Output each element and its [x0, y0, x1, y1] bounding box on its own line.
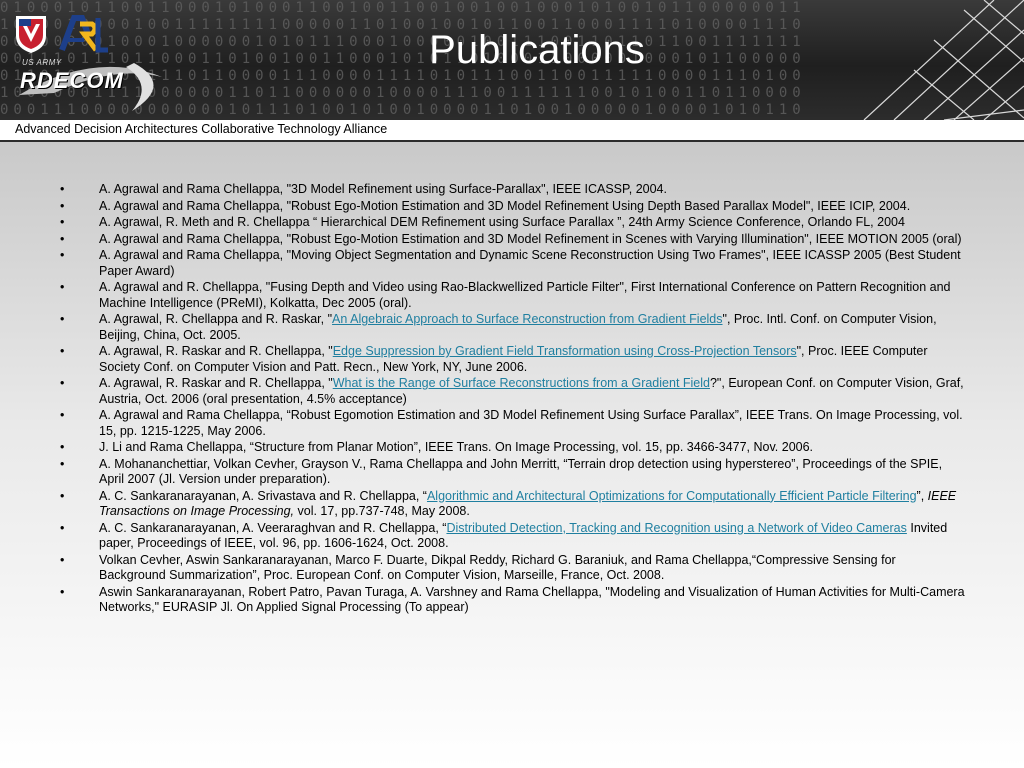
- publication-link[interactable]: An Algebraic Approach to Surface Reconst…: [332, 312, 722, 326]
- publication-item: • A. Mohananchettiar, Volkan Cevher, Gray…: [60, 457, 965, 488]
- publication-item: • A. Agrawal, R. Raskar and R. Chellappa,…: [60, 376, 965, 407]
- publication-item: • A. C. Sankaranarayanan, A. Veeraraghvan…: [60, 521, 965, 552]
- publication-text: A. Agrawal, R. Chellappa and R. Raskar, …: [99, 312, 333, 326]
- publication-text: A. Agrawal and R. Chellappa, "Fusing Dep…: [99, 280, 951, 310]
- bullet-marker: •: [60, 344, 65, 358]
- slide-content: • A. Agrawal and Rama Chellappa, "3D Mode…: [0, 142, 1024, 768]
- publication-item: • Aswin Sankaranarayanan, Robert Patro, P…: [60, 585, 965, 616]
- publication-text: A. Mohananchettiar, Volkan Cevher, Grays…: [99, 456, 943, 487]
- publication-link[interactable]: Edge Suppression by Gradient Field Trans…: [333, 344, 797, 358]
- header-banner: 0100010110011000101000110010011001001001…: [0, 0, 1024, 120]
- bullet-marker: •: [60, 488, 65, 503]
- publication-link[interactable]: Algorithmic and Architectural Optimizati…: [427, 489, 917, 503]
- publication-text: Aswin Sankaranarayanan, Robert Patro, Pa…: [99, 584, 965, 615]
- publication-text: ”,: [916, 488, 928, 503]
- publication-text: Volkan Cevher, Aswin Sankaranarayanan, M…: [99, 552, 896, 583]
- publication-text: vol. 17, pp.737-748, May 2008.: [294, 504, 470, 518]
- publication-link[interactable]: What is the Range of Surface Reconstruct…: [333, 376, 710, 390]
- publication-item: • A. Agrawal, R. Raskar and R. Chellappa,…: [60, 344, 965, 375]
- bullet-marker: •: [60, 182, 65, 196]
- bullet-marker: •: [60, 376, 65, 390]
- publication-item: • A. Agrawal and Rama Chellappa, "3D Mode…: [60, 182, 965, 198]
- bullet-marker: •: [60, 312, 65, 326]
- publication-item: • A. Agrawal and Rama Chellappa, "Robust …: [60, 199, 965, 215]
- bullet-marker: •: [60, 440, 65, 454]
- publication-link[interactable]: Distributed Detection, Tracking and Reco…: [446, 521, 906, 535]
- publication-item: • A. Agrawal, R. Meth and R. Chellappa “ …: [60, 215, 965, 231]
- bullet-marker: •: [60, 520, 65, 535]
- publication-text: A. Agrawal and Rama Chellappa, "3D Model…: [99, 182, 667, 196]
- publication-text: A. C. Sankaranarayanan, A. Srivastava an…: [99, 488, 427, 503]
- publication-text: A. Agrawal, R. Meth and R. Chellappa “ H…: [99, 215, 905, 229]
- publication-list: • A. Agrawal and Rama Chellappa, "3D Mode…: [60, 182, 965, 617]
- bullet-marker: •: [60, 552, 65, 567]
- publication-text: J. Li and Rama Chellappa, “Structure fro…: [99, 440, 814, 454]
- bullet-marker: •: [60, 248, 65, 262]
- publication-item: • A. Agrawal and Rama Chellappa, "Robust …: [60, 232, 965, 248]
- publication-item: • A. Agrawal and R. Chellappa, "Fusing De…: [60, 280, 965, 311]
- subtitle-bar: Advanced Decision Architectures Collabor…: [0, 120, 1024, 142]
- bullet-marker: •: [60, 584, 65, 599]
- bullet-marker: •: [60, 456, 65, 471]
- publication-text: A. Agrawal, R. Raskar and R. Chellappa, …: [99, 344, 333, 358]
- publication-text: A. Agrawal and Rama Chellappa, "Moving O…: [99, 248, 961, 278]
- page-title: Publications: [429, 28, 645, 72]
- publication-text: A. Agrawal and Rama Chellappa, "Robust E…: [99, 198, 911, 213]
- bullet-marker: •: [60, 215, 65, 229]
- publication-item: • A. Agrawal, R. Chellappa and R. Raskar,…: [60, 312, 965, 343]
- publication-item: • A. C. Sankaranarayanan, A. Srivastava a…: [60, 489, 965, 520]
- subtitle-text: Advanced Decision Architectures Collabor…: [15, 122, 388, 136]
- publication-text: A. Agrawal, R. Raskar and R. Chellappa, …: [99, 376, 333, 390]
- publication-text: A. Agrawal and Rama Chellappa, "Robust E…: [99, 231, 962, 246]
- publication-item: • Volkan Cevher, Aswin Sankaranarayanan, …: [60, 553, 965, 584]
- bullet-marker: •: [60, 280, 65, 294]
- publication-item: • A. Agrawal and Rama Chellappa, “Robust …: [60, 408, 965, 439]
- bullet-marker: •: [60, 198, 65, 213]
- publication-text: A. Agrawal and Rama Chellappa, “Robust E…: [99, 408, 963, 438]
- bullet-marker: •: [60, 408, 65, 422]
- bullet-marker: •: [60, 231, 65, 246]
- publication-text: A. C. Sankaranarayanan, A. Veeraraghvan …: [99, 520, 447, 535]
- publication-item: • J. Li and Rama Chellappa, “Structure fr…: [60, 440, 965, 456]
- publication-item: • A. Agrawal and Rama Chellappa, "Moving …: [60, 248, 965, 279]
